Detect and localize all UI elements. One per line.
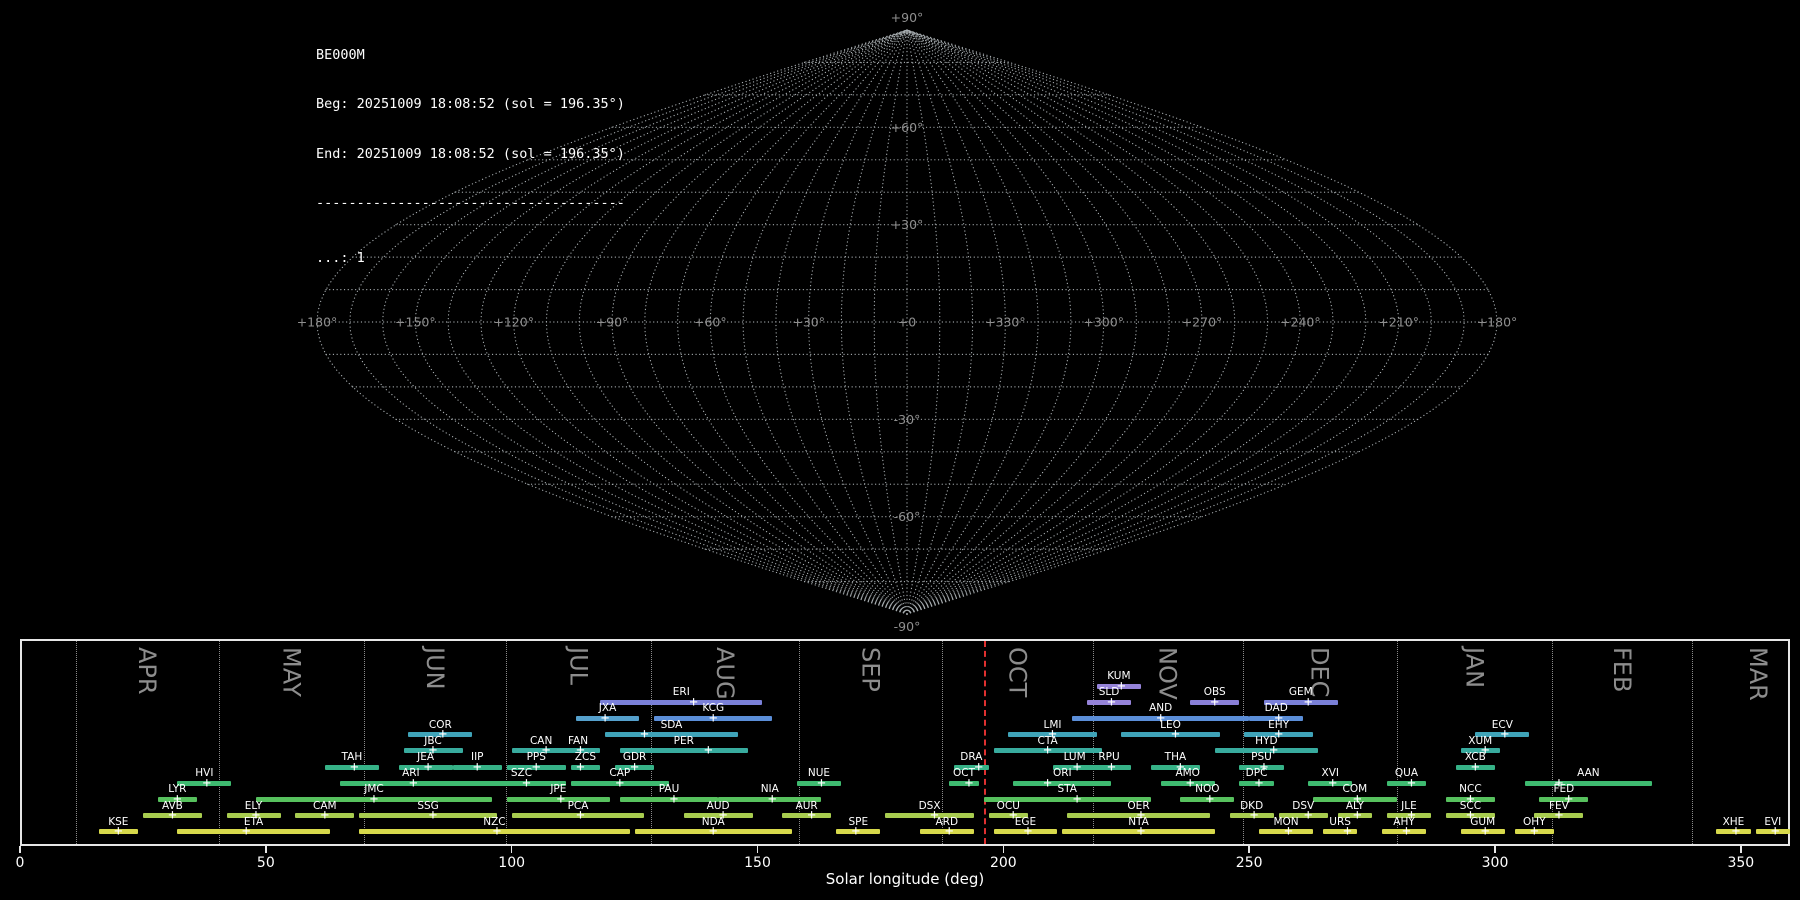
shower-peak-marker: + xyxy=(1402,823,1411,840)
shower-peak-marker: + xyxy=(704,742,713,759)
x-axis-tick xyxy=(19,846,21,853)
shower-peak-marker: + xyxy=(320,807,330,824)
shower-peak-marker: + xyxy=(576,758,585,775)
month-label: JUL xyxy=(564,647,593,686)
shower-peak-marker: + xyxy=(669,791,679,808)
shower-activity-bar xyxy=(1322,829,1358,835)
shower-peak-marker: + xyxy=(1107,694,1116,711)
shower-peak-marker: + xyxy=(709,823,718,840)
month-label: NOV xyxy=(1153,647,1182,700)
month-label: JUN xyxy=(420,647,449,690)
shower-peak-marker: + xyxy=(615,775,625,792)
month-label: FEB xyxy=(1607,647,1636,693)
month-label: APR xyxy=(132,647,161,695)
shower-peak-marker: + xyxy=(409,775,418,792)
shower-peak-marker: + xyxy=(1072,791,1082,808)
x-axis-title: Solar longitude (deg) xyxy=(825,870,985,888)
shower-peak-marker: + xyxy=(1284,823,1293,840)
shower-peak-marker: + xyxy=(817,775,826,792)
x-axis-tick-label: 200 xyxy=(989,855,1017,871)
shower-peak-marker: + xyxy=(807,807,816,824)
month-label: JAN xyxy=(1460,647,1489,689)
shower-peak-marker: + xyxy=(1210,694,1219,711)
shower-peak-marker: + xyxy=(1480,823,1490,840)
shower-code-label: HYD xyxy=(1255,734,1278,747)
shower-code-label: AAN xyxy=(1577,767,1600,780)
x-axis-tick-label: 100 xyxy=(498,855,526,871)
shower-peak-marker: + xyxy=(1205,791,1215,808)
shower-activity-timeline: Solar longitude (deg) APR MAY JUN JUL AUG SEP… xyxy=(0,0,1800,900)
shower-peak-marker: + xyxy=(428,807,438,824)
x-axis-tick-label: 50 xyxy=(256,855,275,871)
shower-peak-marker: + xyxy=(600,710,610,727)
x-axis-tick xyxy=(756,846,759,853)
month-label: OCT xyxy=(1003,647,1032,698)
month-boundary-line xyxy=(218,641,220,844)
shower-peak-marker: + xyxy=(945,823,954,840)
shower-code-label: ETA xyxy=(243,815,264,828)
x-axis-tick-label: 350 xyxy=(1727,855,1755,871)
shower-peak-marker: + xyxy=(473,758,482,775)
shower-peak-marker: + xyxy=(709,710,718,727)
x-axis-tick-label: 150 xyxy=(744,855,771,871)
meteor-radiant-plot: +180° +150° +120° +90° +60° +30° +0 +330° +300° +… xyxy=(0,0,1800,900)
shower-peak-marker: + xyxy=(114,823,123,840)
shower-peak-marker: + xyxy=(168,807,177,824)
shower-peak-marker: + xyxy=(1771,823,1780,840)
shower-peak-marker: + xyxy=(1343,823,1352,840)
x-axis-tick xyxy=(1740,846,1742,853)
x-axis-tick xyxy=(1248,846,1250,853)
month-boundary-line xyxy=(75,641,77,844)
shower-code-label: GEM xyxy=(1288,686,1313,699)
shower-code-label: URS xyxy=(1329,815,1351,828)
x-axis-tick xyxy=(1002,846,1005,853)
current-solar-longitude-line xyxy=(984,641,987,844)
shower-peak-marker: + xyxy=(1136,823,1146,840)
shower-peak-marker: + xyxy=(1171,726,1180,743)
month-label: MAR xyxy=(1744,647,1773,701)
shower-peak-marker: + xyxy=(350,758,359,775)
month-boundary-line xyxy=(1691,641,1693,844)
shower-code-label: ERI xyxy=(672,686,690,699)
shower-peak-marker: + xyxy=(1530,823,1539,840)
shower-code-label: STA xyxy=(1057,783,1077,796)
shower-code-label: EVI xyxy=(1764,815,1782,828)
x-axis-tick-label: 300 xyxy=(1481,855,1509,871)
shower-activity-bar xyxy=(177,829,330,835)
x-axis-tick-label: 250 xyxy=(1235,855,1263,871)
shower-peak-marker: + xyxy=(964,775,974,792)
shower-peak-marker: + xyxy=(1407,775,1416,792)
x-axis-tick xyxy=(265,846,267,853)
shower-peak-marker: + xyxy=(640,726,649,743)
shower-peak-marker: + xyxy=(369,791,379,808)
month-label: MAY xyxy=(277,647,306,697)
shower-peak-marker: + xyxy=(1471,758,1480,775)
shower-peak-marker: + xyxy=(492,823,502,840)
shower-peak-marker: + xyxy=(851,823,861,840)
shower-code-label: ORI xyxy=(1052,767,1072,780)
shower-peak-marker: + xyxy=(1023,823,1033,840)
shower-peak-marker: + xyxy=(576,807,585,824)
shower-peak-marker: + xyxy=(241,823,251,840)
shower-code-label: DRA xyxy=(960,751,983,763)
x-axis-tick xyxy=(1494,846,1496,853)
shower-peak-marker: + xyxy=(1254,775,1264,792)
x-axis-tick-label: 0 xyxy=(15,855,25,871)
shower-peak-marker: + xyxy=(1107,758,1116,775)
x-axis-tick xyxy=(510,846,513,853)
month-label: SEP xyxy=(856,647,885,692)
